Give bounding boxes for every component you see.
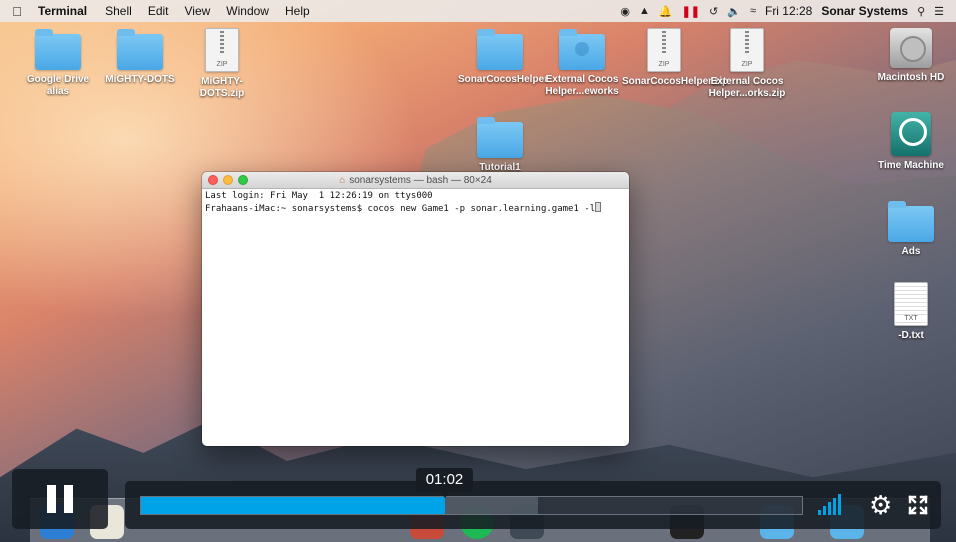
video-controls: ⚙ (125, 481, 941, 529)
terminal-output[interactable]: Last login: Fri May 1 12:26:19 on ttys00… (202, 189, 629, 217)
desktop-icon-label: -D.txt (898, 330, 924, 341)
terminal-window[interactable]: ⌂ sonarsystems — bash — 80×24 Last login… (202, 172, 629, 446)
text-cursor (595, 202, 602, 212)
home-folder-icon: ⌂ (339, 174, 346, 186)
google-drive-icon[interactable]: ▲ (639, 5, 650, 17)
menu-app-name[interactable]: Terminal (34, 4, 97, 18)
menu-view[interactable]: View (177, 4, 219, 18)
record-icon[interactable]: ◉ (620, 5, 630, 18)
terminal-title-text: sonarsystems — bash — 80×24 (349, 174, 492, 186)
terminal-line: Last login: Fri May 1 12:26:19 on ttys00… (205, 191, 433, 201)
parallels-icon[interactable]: ❚❚ (682, 5, 700, 18)
time-machine-icon[interactable]: ↺ (709, 5, 718, 18)
volume-icon[interactable]: 🔈 (727, 5, 741, 18)
volume-level-bar (833, 498, 836, 515)
settings-gear-icon[interactable]: ⚙ (869, 490, 892, 520)
desktop-icon-label: External Cocos Helper...eworks (545, 74, 619, 97)
desktop-icon-label: External Cocos Helper...orks.zip (708, 76, 786, 99)
volume-level-bar (838, 494, 841, 515)
progress-played (141, 497, 446, 514)
desktop-icon-external-cocos-helper-zip[interactable]: ZIP External Cocos Helper...orks.zip (705, 28, 789, 100)
menu-extras: ◉ ▲ 🔔 ❚❚ ↺ 🔈 ≈ Fri 12:28 Sonar Systems ⚲… (620, 4, 956, 18)
pause-icon (64, 485, 73, 513)
folder-icon (35, 29, 81, 70)
fullscreen-icon[interactable] (908, 495, 928, 515)
zip-badge: ZIP (658, 61, 670, 68)
text-file-icon: TXT (894, 282, 928, 326)
menu-clock[interactable]: Fri 12:28 (765, 4, 812, 18)
minimize-button[interactable] (223, 175, 233, 185)
desktop-icon-label: MiGHTY-DOTS.zip (199, 76, 245, 99)
zip-file-icon: ZIP (730, 28, 764, 72)
desktop-icon-sonarcocoshelper[interactable]: SonarCocosHelper (458, 29, 549, 86)
spotlight-search-icon[interactable]: ⚲ (917, 5, 925, 18)
zip-badge: ZIP (741, 61, 753, 68)
close-button[interactable] (208, 175, 218, 185)
desktop-icon-d-txt[interactable]: TXT -D.txt (869, 282, 953, 342)
desktop-icon-ads[interactable]: Ads (869, 201, 953, 258)
wifi-icon[interactable]: ≈ (750, 5, 756, 17)
notification-center-icon[interactable]: ☰ (934, 5, 944, 18)
txt-badge: TXT (895, 315, 927, 322)
volume-level-bar (818, 510, 821, 515)
hard-drive-icon (890, 28, 932, 68)
desktop-icon-external-cocos-helper[interactable]: External Cocos Helper...eworks (540, 29, 624, 98)
zoom-button[interactable] (238, 175, 248, 185)
volume-level-bar (823, 506, 826, 515)
desktop-icon-label: Time Machine (878, 160, 944, 171)
desktop-icon-label: SonarCocosHelper (458, 74, 549, 85)
zip-file-icon: ZIP (647, 28, 681, 72)
desktop-icon-label: MiGHTY-DOTS (105, 74, 175, 85)
user-folder-icon (559, 29, 605, 70)
pause-icon (47, 485, 56, 513)
notification-bell-icon[interactable]: 🔔 (659, 5, 673, 18)
desktop-icon-google-drive-alias[interactable]: Google Drive alias (16, 29, 100, 98)
desktop-icon-label: SonarCocosHelper.zip (622, 76, 729, 87)
pause-button[interactable] (12, 469, 108, 529)
volume-control[interactable] (818, 494, 841, 515)
desktop-icon-label: Google Drive alias (26, 74, 90, 97)
desktop-icon-time-machine[interactable]: Time Machine (869, 112, 953, 172)
folder-icon (888, 201, 934, 242)
folder-icon (477, 29, 523, 70)
apple-icon[interactable]:  (0, 4, 34, 19)
volume-level-bar (828, 502, 831, 515)
desktop-icon-mighty-dots-zip[interactable]: ZIP MiGHTY-DOTS.zip (180, 28, 264, 100)
terminal-line: Frahaans-iMac:~ sonarsystems$ cocos new … (205, 204, 596, 214)
folder-icon (477, 117, 523, 158)
menu-username[interactable]: Sonar Systems (821, 4, 908, 18)
menu-edit[interactable]: Edit (140, 4, 177, 18)
terminal-title: ⌂ sonarsystems — bash — 80×24 (339, 175, 492, 186)
menu-bar:  Terminal Shell Edit View Window Help ◉… (0, 0, 956, 22)
time-machine-drive-icon (891, 112, 931, 156)
menu-help[interactable]: Help (277, 4, 318, 18)
desktop-icon-sonarcocoshelper-zip[interactable]: ZIP SonarCocosHelper.zip (622, 28, 729, 88)
desktop-icon-mighty-dots[interactable]: MiGHTY-DOTS (98, 29, 182, 86)
folder-icon (117, 29, 163, 70)
zip-file-icon: ZIP (205, 28, 239, 72)
menu-shell[interactable]: Shell (97, 4, 140, 18)
desktop-icon-tutorial1[interactable]: Tutorial1 (458, 117, 542, 174)
terminal-prompt-line: Frahaans-iMac:~ sonarsystems$ cocos new … (205, 202, 626, 215)
terminal-titlebar[interactable]: ⌂ sonarsystems — bash — 80×24 (202, 172, 629, 189)
desktop-icon-label: Ads (901, 246, 921, 257)
window-controls (208, 175, 248, 185)
progress-bar[interactable] (140, 496, 803, 515)
menu-window[interactable]: Window (218, 4, 277, 18)
time-tooltip: 01:02 (416, 468, 473, 498)
desktop-icon-label: Macintosh HD (877, 72, 945, 83)
zip-badge: ZIP (216, 61, 228, 68)
desktop-icon-macintosh-hd[interactable]: Macintosh HD (869, 28, 953, 84)
